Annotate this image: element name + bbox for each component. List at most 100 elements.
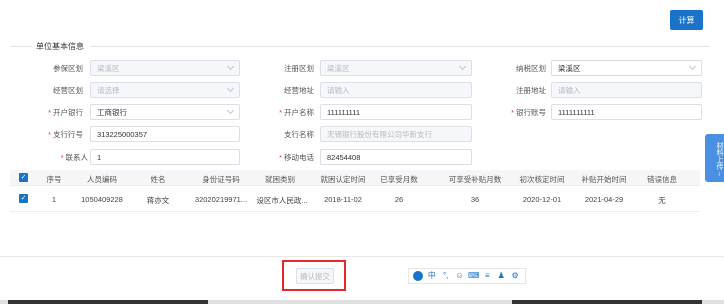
col-header: 人员编码	[87, 175, 117, 184]
zcdz-label: 注册地址	[516, 86, 546, 95]
required-mark: *	[511, 108, 514, 117]
col-header: 可享受补贴月数	[448, 175, 502, 184]
ime-logo-icon[interactable]	[413, 271, 424, 281]
col-header: 序号	[46, 175, 62, 184]
jydz-label: 经营地址	[284, 86, 314, 95]
ime-toolbar[interactable]: 中 °, ☺ ⌨ ≡ ♟ ⚙	[408, 268, 526, 284]
zhuce-value: 梁溪区	[327, 63, 350, 73]
cell-id-number: 32020219971...	[194, 195, 248, 204]
taskbar	[0, 300, 724, 304]
chevron-down-icon	[458, 62, 467, 71]
zhhh-value: 313225000357	[97, 129, 148, 139]
lxr-label: * 联系人	[40, 152, 88, 163]
jydz-placeholder: 请输入	[327, 85, 350, 95]
chevron-down-icon	[226, 62, 235, 71]
col-header: 已享受月数	[380, 175, 418, 184]
canbao-label: 参保区划	[53, 64, 83, 73]
canbao-select[interactable]: 梁溪区	[90, 60, 240, 76]
kaihu-label: * 开户银行	[40, 107, 83, 118]
footer-divider	[0, 256, 724, 257]
cell-subsidy-start-date: 2021-04-29	[584, 195, 624, 204]
col-header: 身份证号码	[202, 175, 240, 184]
ime-skin-icon[interactable]: ♟	[496, 269, 507, 283]
zhhh-input[interactable]: 313225000357	[90, 126, 240, 142]
section-divider-right	[90, 46, 710, 47]
col-header: 错误信息	[647, 175, 677, 184]
ime-menu-icon[interactable]: ≡	[482, 269, 493, 283]
zhhh-label-text: 支行行号	[53, 130, 83, 139]
cell-enjoyed-months: 26	[394, 195, 404, 204]
lxr-label-text: 联系人	[65, 153, 89, 162]
col-header: 就困认定时间	[320, 175, 366, 184]
cell-index: 1	[51, 195, 57, 204]
jingying-label: 经营区划	[53, 86, 83, 95]
ime-settings-icon[interactable]: ⚙	[510, 269, 521, 283]
yhzh-label: * 银行账号	[500, 107, 546, 118]
cell-person-code: 1050409228	[81, 195, 123, 204]
zcdz-placeholder: 请输入	[558, 85, 581, 95]
lxr-input[interactable]: 1	[90, 149, 240, 165]
required-mark: *	[48, 130, 51, 139]
chevron-down-icon	[226, 106, 235, 115]
lxr-value: 1	[97, 152, 102, 162]
cell-name: 蒋亦文	[146, 196, 170, 205]
yddh-label: * 移动电话	[270, 152, 314, 163]
jingying-select[interactable]: 请选择	[90, 82, 240, 98]
khmc-input[interactable]: 111111111	[320, 104, 472, 120]
taskbar-segment	[8, 300, 208, 304]
yddh-input[interactable]: 82454408	[320, 149, 472, 165]
yhzh-label-text: 银行账号	[516, 108, 546, 117]
row-checkbox[interactable]: ✓	[19, 194, 28, 203]
yddh-value: 82454408	[327, 152, 361, 162]
col-header: 就困类别	[265, 175, 295, 184]
nashui-label: 纳税区划	[516, 64, 546, 73]
confirm-submit-button[interactable]: 确认提交	[296, 268, 334, 284]
ime-emoji-icon[interactable]: ☺	[454, 269, 465, 283]
ime-chinese-mode-icon[interactable]: 中	[426, 269, 437, 283]
yhzh-value: 1111111111	[558, 107, 595, 117]
required-mark: *	[279, 108, 282, 117]
cell-identify-date: 2018-11-02	[324, 195, 362, 204]
cell-category: 设区市人民政...	[256, 196, 308, 205]
material-upload-tab[interactable]: 材料上传→	[705, 134, 724, 182]
zhmc-input[interactable]: 无锡银行股份有限公司华新支行	[320, 126, 472, 142]
ime-keyboard-icon[interactable]: ⌨	[468, 269, 480, 283]
kaihu-select[interactable]: 工商银行	[90, 104, 240, 120]
taskbar-segment	[512, 300, 702, 304]
khmc-value: 111111111	[327, 107, 361, 117]
required-mark: *	[279, 153, 282, 162]
chevron-down-icon	[688, 62, 697, 71]
table-row[interactable]: ✓ 1 1050409228 蒋亦文 32020219971... 设区市人民政…	[10, 186, 700, 212]
yhzh-input[interactable]: 1111111111	[551, 104, 702, 120]
zhuce-select[interactable]: 梁溪区	[320, 60, 472, 76]
page: 计算 单位基本信息 参保区划 梁溪区 注册区划 梁溪区 纳税区划 梁溪区 经营区…	[0, 0, 724, 304]
zhhh-label: * 支行行号	[40, 129, 83, 140]
select-all-checkbox[interactable]: ✓	[19, 173, 28, 182]
yddh-label-text: 移动电话	[284, 153, 314, 162]
zhmc-value: 无锡银行股份有限公司华新支行	[327, 129, 432, 139]
nashui-select[interactable]: 梁溪区	[551, 60, 702, 76]
khmc-label-text: 开户名称	[284, 108, 314, 117]
zcdz-input[interactable]: 请输入	[551, 82, 702, 98]
jingying-placeholder: 请选择	[97, 85, 120, 95]
kaihu-label-text: 开户银行	[53, 108, 83, 117]
col-header: 姓名	[150, 175, 166, 184]
required-mark: *	[60, 153, 64, 162]
cell-first-check-date: 2020-12-01	[522, 195, 562, 204]
chevron-down-icon	[226, 84, 235, 93]
col-header: 初次核定时间	[519, 175, 565, 184]
zhuce-label: 注册区划	[284, 64, 314, 73]
jydz-input[interactable]: 请输入	[320, 82, 472, 98]
required-mark: *	[48, 108, 51, 117]
section-title: 单位基本信息	[36, 42, 84, 51]
kaihu-value: 工商银行	[97, 107, 127, 117]
col-header: 补贴开始时间	[581, 175, 627, 184]
calculate-button[interactable]: 计算	[670, 10, 703, 30]
khmc-label: * 开户名称	[270, 107, 314, 118]
cell-error-info: 无	[658, 196, 666, 205]
ime-punctuation-icon[interactable]: °,	[440, 269, 451, 283]
section-divider-left	[10, 46, 32, 47]
nashui-value: 梁溪区	[558, 63, 581, 73]
table-header: ✓ 序号 人员编码 姓名 身份证号码 就困类别 就困认定时间 已享受月数 可享受…	[10, 170, 700, 186]
canbao-value: 梁溪区	[97, 63, 120, 73]
